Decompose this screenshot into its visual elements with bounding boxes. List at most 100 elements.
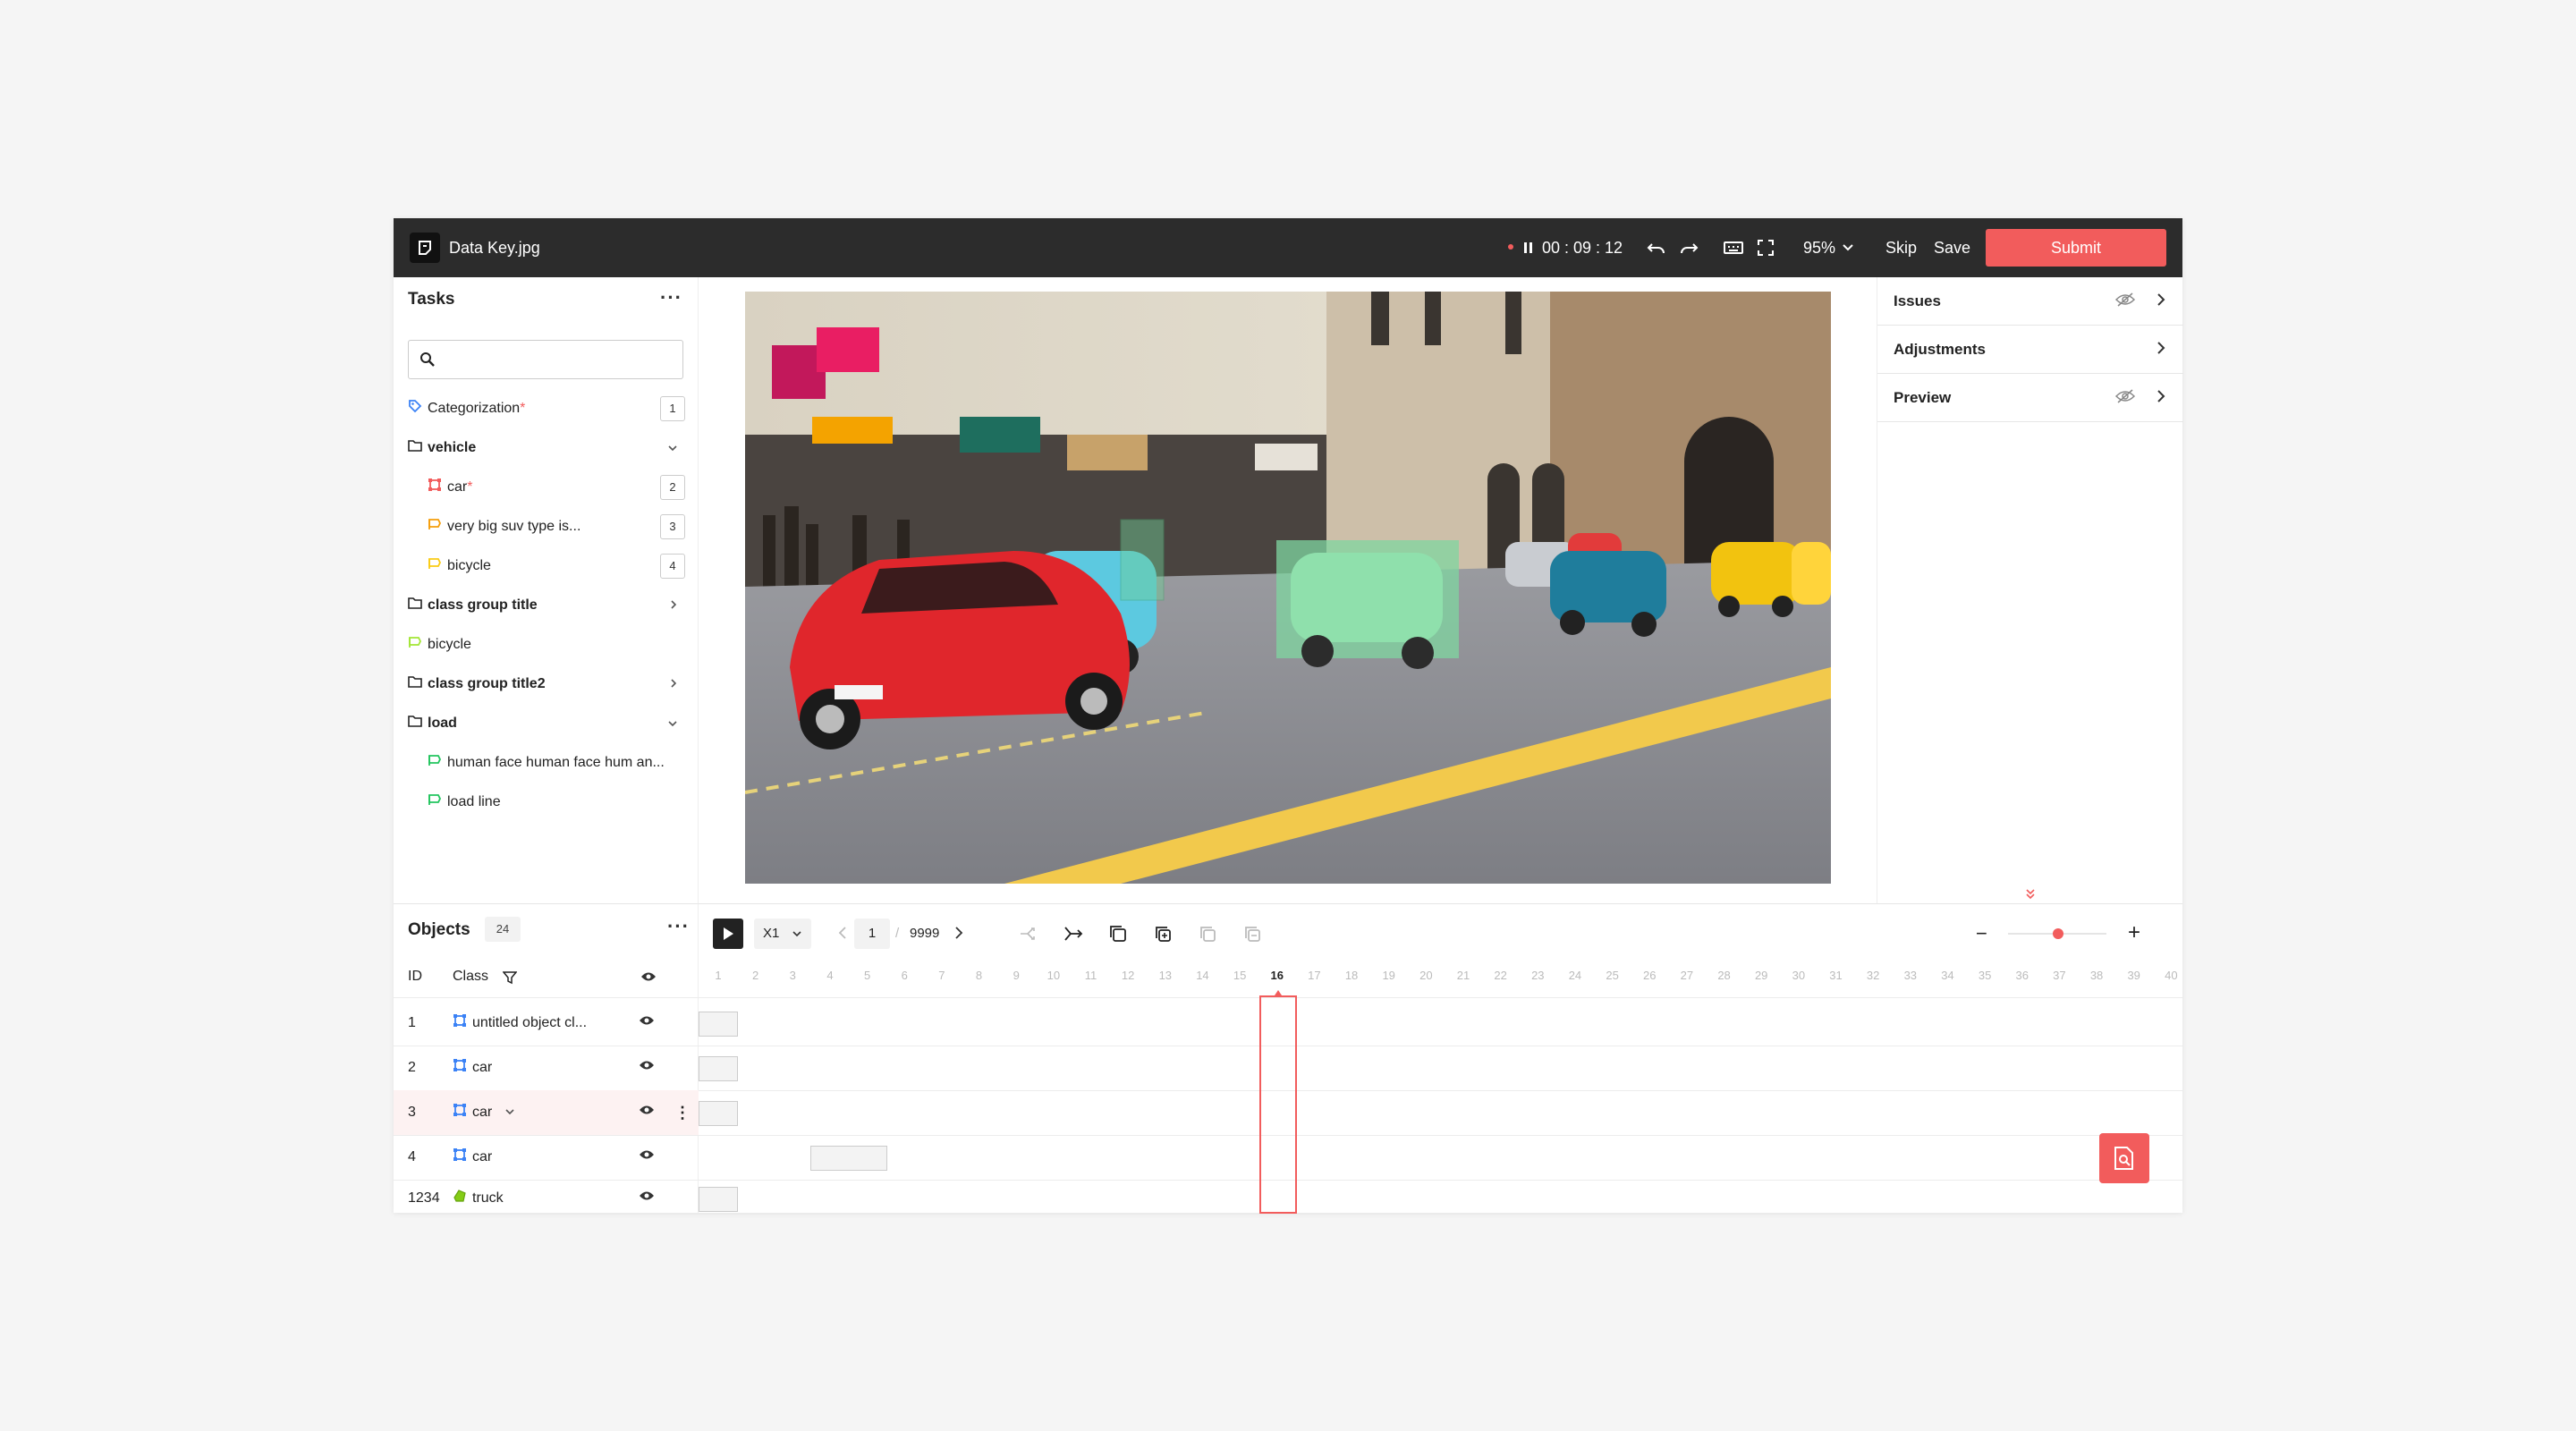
chevron-right-icon[interactable]	[669, 590, 678, 621]
current-frame-input[interactable]: 1	[854, 919, 890, 949]
frame-tick[interactable]: 23	[1529, 969, 1546, 982]
frame-tick[interactable]: 27	[1678, 969, 1696, 982]
eye-off-icon[interactable]	[2114, 374, 2136, 422]
tasks-menu-icon[interactable]: ···	[660, 286, 682, 309]
undo-icon[interactable]	[1646, 237, 1667, 258]
frame-tick[interactable]: 40	[2162, 969, 2180, 982]
frame-tick[interactable]: 25	[1604, 969, 1622, 982]
next-frame-icon[interactable]	[954, 926, 963, 944]
keyframe-segment[interactable]	[810, 1146, 887, 1171]
task-group-class-group-title[interactable]: class group title	[408, 590, 685, 621]
frame-tick[interactable]: 19	[1380, 969, 1398, 982]
frame-tick[interactable]: 26	[1640, 969, 1658, 982]
frame-tick[interactable]: 36	[2013, 969, 2031, 982]
current-frame-indicator[interactable]	[1259, 995, 1297, 1214]
frame-tick[interactable]: 3	[784, 969, 801, 982]
eye-icon[interactable]	[640, 970, 657, 987]
issues-section[interactable]: Issues	[1877, 277, 2183, 326]
chevron-down-icon[interactable]	[667, 433, 678, 463]
col-class-header[interactable]: Class	[453, 963, 488, 990]
paste-all-icon[interactable]	[1242, 924, 1262, 948]
frame-tick[interactable]: 2	[747, 969, 765, 982]
collapse-timeline-icon[interactable]	[1998, 885, 2063, 903]
frame-tick[interactable]: 4	[821, 969, 839, 982]
task-bicycle[interactable]: bicycle 4	[428, 551, 685, 581]
copy-all-icon[interactable]	[1153, 924, 1173, 948]
chevron-right-icon[interactable]	[2157, 326, 2165, 374]
task-group-vehicle[interactable]: vehicle	[408, 433, 685, 463]
frame-tick[interactable]: 38	[2088, 969, 2106, 982]
annotation-canvas[interactable]	[745, 292, 1831, 884]
frame-tick[interactable]: 37	[2050, 969, 2068, 982]
submit-button[interactable]: Submit	[1986, 229, 2166, 267]
frame-tick[interactable]: 6	[895, 969, 913, 982]
speed-select[interactable]: X1	[754, 919, 811, 949]
object-row-selected[interactable]: 3 car ⋮	[394, 1090, 699, 1135]
skip-button[interactable]: Skip	[1885, 236, 1917, 259]
objects-menu-icon[interactable]: ···	[667, 915, 690, 938]
merge-icon[interactable]	[1063, 924, 1083, 948]
zoom-out-icon[interactable]: −	[1976, 924, 1987, 944]
object-row[interactable]: 1 untitled object cl...	[394, 1001, 699, 1046]
object-row[interactable]: 4 car	[394, 1135, 699, 1180]
street-scene-image[interactable]	[745, 292, 1831, 884]
save-button[interactable]: Save	[1934, 236, 1970, 259]
frame-tick[interactable]: 16	[1268, 969, 1286, 982]
pause-icon[interactable]	[1522, 239, 1535, 257]
task-human-face[interactable]: human face human face hum an...	[428, 748, 685, 778]
frame-tick[interactable]: 17	[1305, 969, 1323, 982]
frame-tick[interactable]: 8	[970, 969, 988, 982]
frame-tick[interactable]: 14	[1193, 969, 1211, 982]
fullscreen-icon[interactable]	[1755, 237, 1776, 258]
frame-tick[interactable]: 15	[1231, 969, 1249, 982]
file-search-button[interactable]	[2099, 1133, 2149, 1183]
frame-tick[interactable]: 28	[1716, 969, 1733, 982]
eye-icon[interactable]	[639, 1176, 655, 1221]
frame-tick[interactable]: 12	[1119, 969, 1137, 982]
eye-icon[interactable]	[639, 1046, 655, 1090]
preview-section[interactable]: Preview	[1877, 374, 2183, 422]
chevron-down-icon[interactable]	[1841, 240, 1855, 256]
keyframe-segment[interactable]	[699, 1012, 738, 1037]
paste-icon[interactable]	[1198, 924, 1217, 948]
frame-tick[interactable]: 7	[933, 969, 951, 982]
chevron-right-icon[interactable]	[669, 669, 678, 699]
task-categorization[interactable]: Categorization* 1	[408, 394, 685, 424]
frame-tick[interactable]: 9	[1007, 969, 1025, 982]
task-car[interactable]: car* 2	[428, 472, 685, 503]
task-load-line[interactable]: load line	[428, 787, 685, 817]
split-icon[interactable]	[1019, 924, 1038, 948]
task-group-load[interactable]: load	[408, 708, 685, 739]
task-group-class-group-title2[interactable]: class group title2	[408, 669, 685, 699]
frame-tick[interactable]: 33	[1902, 969, 1919, 982]
keyboard-icon[interactable]	[1723, 237, 1744, 258]
keyframe-segment[interactable]	[699, 1187, 738, 1212]
keyframe-segment[interactable]	[699, 1101, 738, 1126]
zoom-select[interactable]: 95%	[1803, 236, 1835, 259]
eye-icon[interactable]	[639, 1001, 655, 1046]
frame-tick[interactable]: 24	[1566, 969, 1584, 982]
frame-tick[interactable]: 32	[1864, 969, 1882, 982]
task-very-big-suv[interactable]: very big suv type is... 3	[428, 512, 685, 542]
play-button[interactable]	[713, 919, 743, 949]
chevron-right-icon[interactable]	[2157, 277, 2165, 326]
chevron-down-icon[interactable]	[504, 1090, 515, 1135]
filter-icon[interactable]	[502, 970, 518, 989]
keyframe-segment[interactable]	[699, 1056, 738, 1081]
frame-tick[interactable]: 13	[1157, 969, 1174, 982]
eye-icon[interactable]	[639, 1135, 655, 1180]
chevron-down-icon[interactable]	[667, 708, 678, 739]
frame-tick[interactable]: 30	[1790, 969, 1808, 982]
frame-tick[interactable]: 18	[1343, 969, 1360, 982]
frame-tick[interactable]: 29	[1752, 969, 1770, 982]
more-vertical-icon[interactable]: ⋮	[674, 1090, 691, 1135]
object-row[interactable]: 1234 truck	[394, 1176, 699, 1221]
frame-tick[interactable]: 35	[1976, 969, 1994, 982]
frame-tick[interactable]: 5	[859, 969, 877, 982]
frame-tick[interactable]: 31	[1827, 969, 1845, 982]
frame-tick[interactable]: 1	[709, 969, 727, 982]
frame-tick[interactable]: 34	[1938, 969, 1956, 982]
eye-off-icon[interactable]	[2114, 277, 2136, 326]
copy-icon[interactable]	[1108, 924, 1128, 948]
redo-icon[interactable]	[1678, 237, 1699, 258]
